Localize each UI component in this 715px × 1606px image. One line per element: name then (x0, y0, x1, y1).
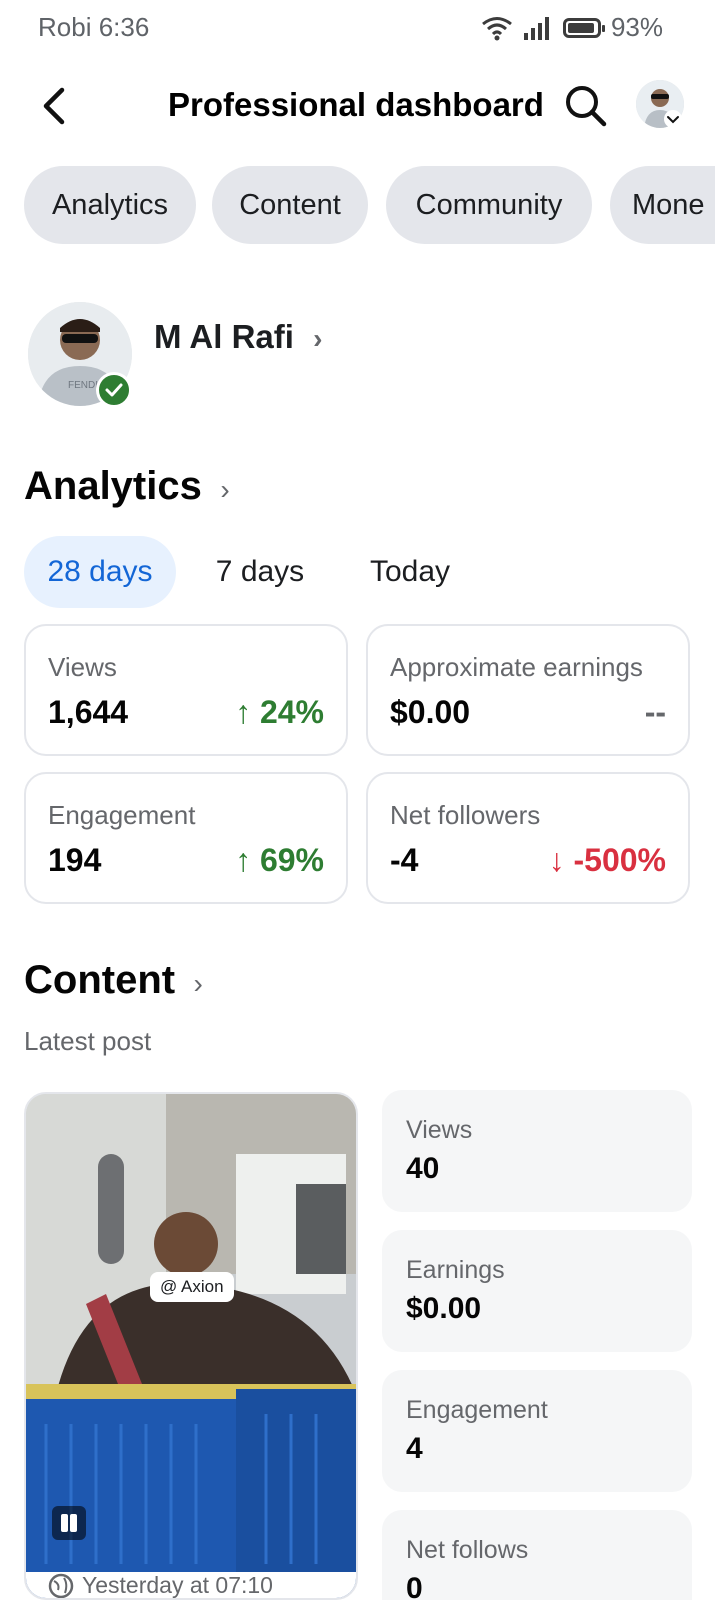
search-icon (566, 86, 607, 127)
page-title: Professional dashboard (168, 86, 544, 123)
account-switch-chevron[interactable] (664, 110, 682, 128)
period-tab-7-days[interactable]: 7 days (196, 536, 324, 608)
post-stat-views: Views 40 (382, 1090, 692, 1212)
content-title: Content (24, 958, 176, 1002)
metric-delta: ↑ 24% (235, 694, 324, 730)
profile-name: M Al Rafi (154, 318, 294, 355)
metric-label: Engagement (48, 800, 196, 830)
reel-icon (52, 1506, 86, 1540)
metric-label: Views (48, 652, 117, 682)
post-meta: Yesterday at 07:10 (48, 1572, 273, 1598)
carrier-time: Robi 6:36 (38, 12, 150, 42)
stat-value: 4 (406, 1432, 423, 1465)
back-button[interactable] (34, 82, 78, 130)
post-timestamp: Yesterday at 07:10 (82, 1572, 273, 1598)
chevron-down-icon (667, 116, 679, 124)
battery-icon (562, 17, 605, 38)
post-stat-net-follows: Net follows 0 (382, 1510, 692, 1605)
svg-text:FENDI: FENDI (68, 380, 98, 391)
checkmark-icon (105, 383, 123, 397)
stat-value: $0.00 (406, 1292, 482, 1325)
period-tab-28-days[interactable]: 28 days (24, 536, 176, 608)
status-bar: Robi 6:36 93% (0, 0, 715, 54)
metric-card-net-followers[interactable]: Net followers -4 ↓ -500% (366, 772, 690, 904)
metric-value: $0.00 (390, 694, 471, 730)
content-subtitle: Latest post (24, 1026, 152, 1056)
metric-label: Net followers (390, 800, 541, 830)
globe-icon (48, 1573, 74, 1598)
metric-value: -4 (390, 842, 419, 878)
metric-card-engagement[interactable]: Engagement 194 ↑ 69% (24, 772, 348, 904)
analytics-header[interactable]: Analytics › (24, 464, 230, 509)
stat-label: Earnings (406, 1256, 505, 1284)
battery-percent: 93% (610, 12, 663, 42)
chevron-right-icon: › (313, 323, 323, 354)
chip-monetization[interactable]: Mone (610, 166, 715, 244)
stat-label: Engagement (406, 1396, 548, 1424)
profile-link[interactable]: M Al Rafi › (154, 318, 322, 356)
stat-value: 40 (406, 1152, 440, 1185)
search-button[interactable] (562, 82, 610, 130)
metric-delta: -- (644, 694, 666, 730)
verified-badge (96, 372, 132, 408)
stat-label: Net follows (406, 1536, 529, 1564)
stat-value: 0 (406, 1572, 423, 1605)
metric-value: 194 (48, 842, 102, 878)
post-stat-engagement: Engagement 4 (382, 1370, 692, 1492)
chevron-right-icon: › (220, 474, 230, 505)
metric-card-views[interactable]: Views 1,644 ↑ 24% (24, 624, 348, 756)
content-header[interactable]: Content › (24, 958, 203, 1003)
wifi-icon (482, 16, 512, 40)
post-stat-earnings: Earnings $0.00 (382, 1230, 692, 1352)
status-icons: 93% (481, 12, 663, 43)
period-tab-today[interactable]: Today (346, 536, 474, 608)
analytics-title: Analytics (24, 464, 202, 508)
post-tag: @ Axion (150, 1272, 234, 1302)
top-app-bar: Professional dashboard (0, 70, 715, 146)
section-chips: Analytics Content Community Mone (0, 166, 715, 246)
back-arrow-icon (43, 87, 65, 125)
signal-icon (523, 16, 549, 40)
chip-community[interactable]: Community (386, 166, 592, 244)
metric-delta: ↓ -500% (548, 842, 666, 878)
latest-post-thumbnail[interactable]: @ Axion Yesterday at 07:10 (24, 1092, 358, 1600)
metric-label: Approximate earnings (390, 652, 643, 682)
stat-label: Views (406, 1116, 473, 1144)
chevron-right-icon: › (193, 968, 203, 999)
chip-analytics[interactable]: Analytics (24, 166, 196, 244)
metric-delta: ↑ 69% (235, 842, 324, 878)
metric-value: 1,644 (48, 694, 129, 730)
metric-card-earnings[interactable]: Approximate earnings $0.00 -- (366, 624, 690, 756)
chip-content[interactable]: Content (212, 166, 368, 244)
